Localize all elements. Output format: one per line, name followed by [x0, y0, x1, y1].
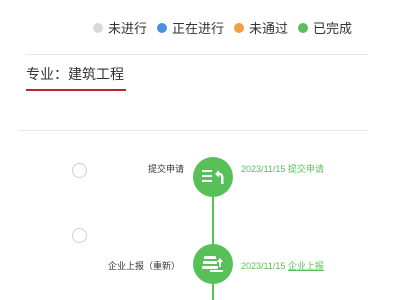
legend-label: 未通过 — [248, 21, 288, 36]
list-return-icon — [202, 170, 224, 184]
legend-item-in-progress: 正在进行 — [156, 18, 224, 37]
legend-item-not-started: 未进行 — [92, 18, 147, 37]
legend-item-completed: 已完成 — [297, 18, 352, 37]
major-title: 专业：建筑工程 — [26, 66, 124, 82]
step-1-action: 提交申请 — [287, 164, 324, 174]
stack-upload-icon — [202, 256, 223, 272]
step-2-date: 2023/11/15 — [241, 261, 286, 271]
legend-dot-in-progress — [156, 22, 167, 33]
legend-label: 未进行 — [107, 21, 147, 36]
major-active-underline — [26, 89, 126, 91]
step-2-action[interactable]: 企业上报 — [288, 261, 324, 271]
legend-dot-completed — [297, 22, 308, 33]
step-2-node — [193, 244, 233, 284]
step-1-date: 2023/11/15 — [241, 164, 286, 174]
top-divider — [26, 54, 368, 55]
legend-label: 正在进行 — [171, 21, 224, 36]
section-divider — [18, 130, 368, 131]
legend-dot-rejected — [233, 22, 244, 33]
step-1-title: 提交申请 — [147, 164, 184, 174]
step-2-title: 企业上报（重新） — [107, 261, 180, 271]
legend-item-rejected: 未通过 — [233, 18, 288, 37]
legend-label: 已完成 — [312, 21, 352, 36]
step-2-info: 2023/11/15 企业上报 — [241, 259, 324, 272]
step-2-radio[interactable] — [72, 228, 87, 243]
step-1-node — [193, 157, 233, 197]
step-1-radio[interactable] — [72, 163, 87, 178]
status-legend: 未进行 正在进行 未通过 已完成 — [92, 18, 352, 37]
legend-dot-not-started — [92, 22, 103, 33]
step-1-info: 2023/11/15 提交申请 — [241, 162, 324, 175]
